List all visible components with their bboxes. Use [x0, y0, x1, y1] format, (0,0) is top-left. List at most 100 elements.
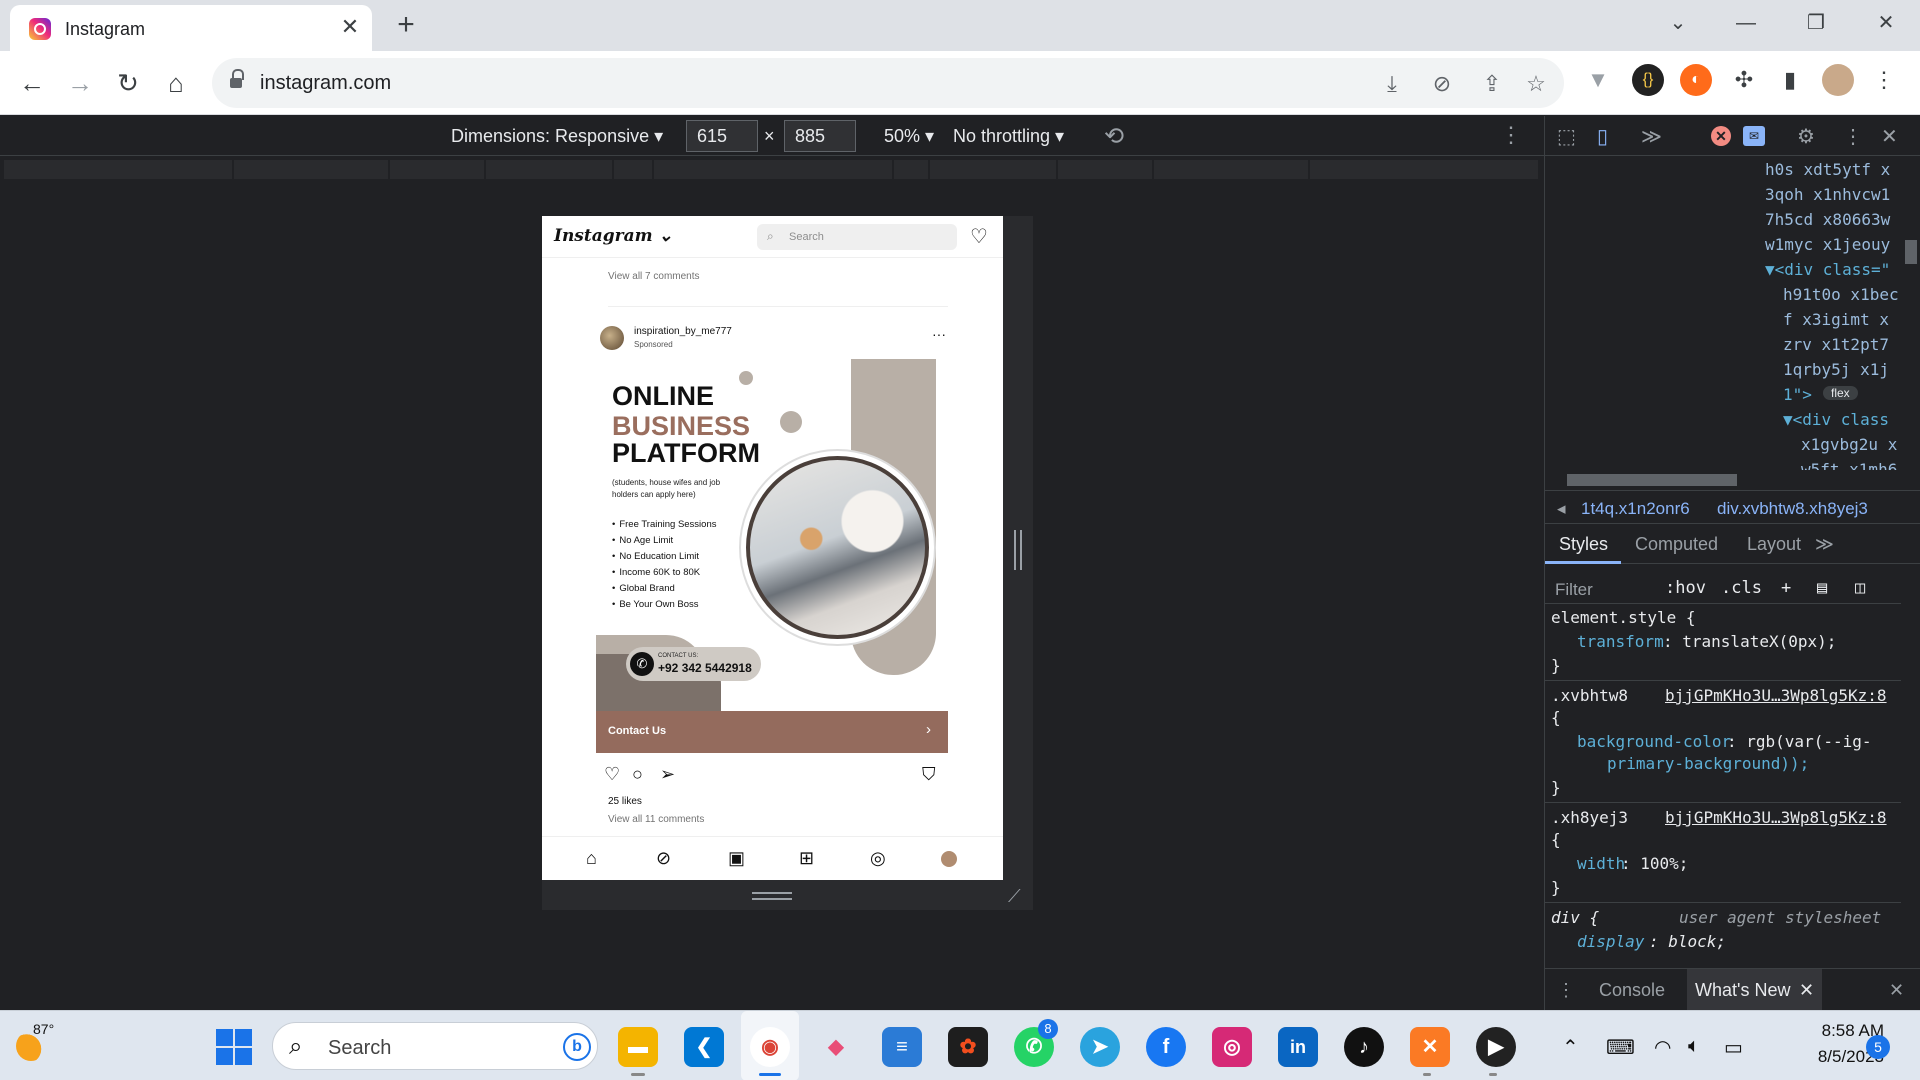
telegram-icon[interactable]: ➤	[1080, 1027, 1120, 1067]
dom-line[interactable]: h91t0o x1bec	[1783, 285, 1899, 304]
sidebar-toggle-icon[interactable]: ◫	[1855, 578, 1865, 598]
reels-icon[interactable]: ▣	[728, 848, 745, 869]
figma-icon[interactable]: ✿	[948, 1027, 988, 1067]
side-panel-icon[interactable]: ▮	[1774, 64, 1806, 96]
media-segment[interactable]	[1154, 160, 1310, 179]
start-button[interactable]	[216, 1029, 252, 1065]
create-post-icon[interactable]: ⊞	[799, 848, 814, 869]
tiktok-icon[interactable]: ♪	[1344, 1027, 1384, 1067]
tracking-blocked-icon[interactable]: ⊘	[1428, 70, 1456, 98]
width-input[interactable]	[686, 120, 758, 152]
url-text[interactable]: instagram.com	[260, 72, 391, 95]
post-username[interactable]: inspiration_by_me777	[634, 326, 732, 337]
more-tabs-icon[interactable]: ≫	[1815, 534, 1834, 555]
weather-temperature[interactable]: 87°	[33, 1021, 54, 1037]
like-heart-icon[interactable]: ♡	[604, 764, 620, 785]
chrome-menu-icon[interactable]: ⋮	[1868, 64, 1900, 96]
drawer-menu-icon[interactable]: ⋮	[1557, 980, 1575, 1001]
linkedin-icon[interactable]: in	[1278, 1027, 1318, 1067]
save-bookmark-icon[interactable]: ⛉	[922, 764, 936, 785]
rule-value[interactable]: : rgb(var(--ig-	[1727, 732, 1872, 751]
breadcrumb-item[interactable]: 1t4q.x1n2onr6	[1581, 499, 1690, 519]
rule-selector[interactable]: element.style {	[1551, 608, 1696, 627]
notifications-heart-icon[interactable]: ♡	[970, 224, 988, 249]
dom-line[interactable]: x1gvbg2u x	[1801, 435, 1897, 454]
resize-handle-bottom[interactable]	[752, 892, 792, 900]
xampp-icon[interactable]: ✕	[1410, 1027, 1450, 1067]
inspect-element-icon[interactable]: ⬚	[1557, 124, 1576, 149]
tab-console[interactable]: Console	[1599, 980, 1665, 1001]
install-app-icon[interactable]: ⤓	[1378, 70, 1406, 98]
media-segment[interactable]	[234, 160, 390, 179]
throttling-dropdown[interactable]: No throttling ▾	[953, 126, 1064, 147]
address-bar[interactable]: instagram.com ⤓ ⊘ ⇪ ☆	[212, 58, 1564, 108]
vscode-icon[interactable]: ❮	[684, 1027, 724, 1067]
rule-source-link[interactable]: bjjGPmKHo3U…3Wp8lg5Kz:8	[1665, 686, 1887, 705]
media-segment[interactable]	[4, 160, 234, 179]
rule-selector[interactable]: .xvbhtw8	[1551, 686, 1628, 705]
battery-icon[interactable]: ▭	[1724, 1035, 1743, 1060]
app-diamond-icon[interactable]: ◆	[816, 1027, 856, 1067]
dom-line[interactable]: f x3igimt x	[1783, 310, 1889, 329]
taskbar-search[interactable]: ⌕ Search b	[272, 1022, 598, 1070]
orange-extension-icon[interactable]: ◐	[1680, 64, 1712, 96]
profile-avatar[interactable]	[1822, 64, 1854, 96]
close-tab-icon[interactable]: ✕	[1799, 980, 1814, 1001]
share-icon[interactable]: ⇪	[1478, 70, 1506, 98]
file-explorer-icon[interactable]: ▬	[618, 1027, 658, 1067]
rule-value[interactable]: : translateX(0px);	[1663, 632, 1836, 651]
rule-property[interactable]: width	[1577, 854, 1625, 873]
new-tab-button[interactable]: +	[390, 10, 422, 42]
close-devtools-icon[interactable]: ✕	[1881, 124, 1898, 149]
media-segment[interactable]	[614, 160, 654, 179]
dom-line[interactable]: 1qrby5j x1j	[1783, 360, 1889, 379]
elements-scrollbar[interactable]	[1901, 156, 1920, 470]
rotate-icon[interactable]: ⟲	[1104, 122, 1124, 151]
tray-chevron-up-icon[interactable]: ⌃	[1562, 1035, 1579, 1060]
device-toggle-icon[interactable]: ▯	[1597, 124, 1608, 149]
view-comments-link[interactable]: View all 11 comments	[608, 814, 704, 825]
devtools-menu-icon[interactable]: ⋮	[1843, 124, 1863, 149]
media-segment[interactable]	[894, 160, 930, 179]
rule-property[interactable]: display	[1577, 932, 1644, 951]
restore-button[interactable]: ❐	[1796, 8, 1836, 38]
lock-icon[interactable]	[230, 69, 244, 89]
reload-icon[interactable]: ↻	[110, 65, 146, 101]
rule-value[interactable]: primary-background));	[1607, 754, 1809, 773]
instagram-icon[interactable]: ◎	[1212, 1027, 1252, 1067]
likes-count[interactable]: 25 likes	[608, 796, 642, 807]
rule-selector[interactable]: .xh8yej3	[1551, 808, 1628, 827]
dom-line[interactable]: h0s xdt5ytf x	[1765, 160, 1890, 179]
facebook-icon[interactable]: f	[1146, 1027, 1186, 1067]
elements-tree[interactable]: h0s xdt5ytf x 3qoh x1nhvcw1 7h5cd x80663…	[1545, 156, 1901, 470]
dom-line[interactable]: 7h5cd x80663w	[1765, 210, 1890, 229]
dom-line[interactable]: w1myc x1jeouy	[1765, 235, 1890, 254]
instagram-logo[interactable]: Instagram ⌄	[554, 226, 673, 246]
rule-selector[interactable]: div {	[1551, 908, 1599, 927]
resize-handle-corner[interactable]: ⟋	[1008, 886, 1021, 907]
rule-property[interactable]: transform	[1577, 632, 1664, 651]
rule-value[interactable]: : block;	[1649, 932, 1726, 951]
more-options-icon[interactable]: ⋮	[1500, 122, 1522, 148]
height-input[interactable]	[784, 120, 856, 152]
breadcrumb-left-icon[interactable]: ◂	[1557, 499, 1566, 519]
tab-search-icon[interactable]: ⌄	[1658, 8, 1698, 38]
zoom-dropdown[interactable]: 50% ▾	[884, 126, 934, 147]
home-icon[interactable]: ⌂	[586, 848, 597, 869]
cls-toggle[interactable]: .cls	[1721, 578, 1762, 598]
tab-close-icon[interactable]: ✕	[338, 15, 362, 39]
media-segment[interactable]	[1058, 160, 1154, 179]
instagram-search-input[interactable]: ⌕ Search	[757, 224, 957, 250]
media-segment[interactable]	[654, 160, 894, 179]
breadcrumb-item[interactable]: div.xvbhtw8.xh8yej3	[1717, 499, 1868, 519]
media-segment[interactable]	[390, 160, 486, 179]
bookmark-star-icon[interactable]: ☆	[1522, 70, 1550, 98]
scrollbar-thumb[interactable]	[1567, 474, 1737, 486]
styles-filter-input[interactable]: Filter	[1555, 580, 1593, 600]
explore-compass-icon[interactable]: ⊘	[656, 848, 671, 869]
elements-hscrollbar[interactable]	[1545, 470, 1901, 490]
dom-line[interactable]: 1">	[1783, 385, 1812, 404]
volume-icon[interactable]: 🔈︎	[1688, 1035, 1700, 1058]
json-extension-icon[interactable]: {}	[1632, 64, 1664, 96]
issues-icon[interactable]: ✉	[1743, 126, 1765, 146]
